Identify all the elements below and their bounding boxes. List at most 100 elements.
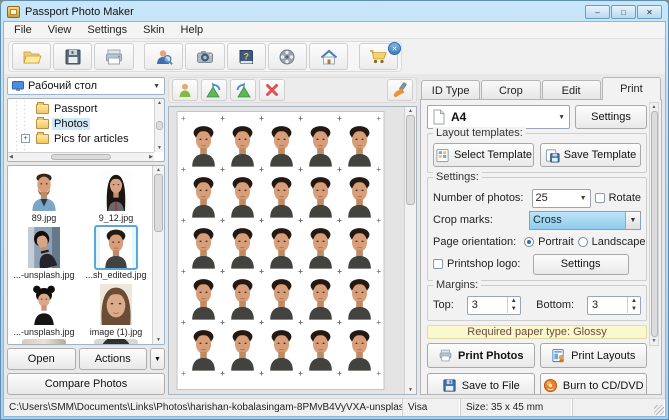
landscape-radio[interactable]: Landscape	[577, 236, 645, 248]
print-photo: + + + +	[298, 217, 342, 276]
open-file-button[interactable]	[12, 43, 52, 70]
scroll-up-icon[interactable]: ▲	[408, 108, 413, 114]
thumbnails-scrollbar[interactable]: ▲ ▼	[152, 166, 164, 344]
minimize-button[interactable]: –	[585, 5, 610, 19]
tab-id-type[interactable]: ID Type	[421, 80, 481, 100]
help-button[interactable]: ?	[226, 43, 266, 70]
number-of-photos-dropdown[interactable]: 25 ▼	[531, 188, 591, 208]
actions-button[interactable]: Actions	[78, 348, 147, 370]
rotate-checkbox[interactable]	[594, 193, 605, 203]
tab-edit[interactable]: Edit	[541, 80, 601, 100]
scroll-down-icon[interactable]: ▼	[408, 387, 413, 393]
margins-group: Margins: Top: 3 ▲ ▼ Bottom: 3 ▲ ▼	[427, 279, 647, 321]
scroll-down-icon[interactable]: ▼	[156, 337, 161, 343]
compare-photos-button[interactable]: Compare Photos	[7, 373, 165, 395]
portrait-radio[interactable]: Portrait	[524, 236, 574, 248]
print-photos-button[interactable]: Print Photos	[427, 343, 535, 368]
video-button[interactable]	[267, 43, 307, 70]
thumbnail-item-partial[interactable]	[13, 339, 75, 344]
crop-mark: +	[337, 369, 342, 378]
thumbnail-item[interactable]: ...sh_edited.jpg	[85, 225, 147, 282]
burn-cd-button[interactable]: Burn to CD/DVD	[539, 373, 647, 394]
scroll-up-icon[interactable]: ▲	[157, 100, 162, 106]
scroll-left-icon[interactable]: ◀	[9, 154, 13, 160]
actions-dropdown-button[interactable]: ▼	[150, 348, 165, 370]
scroll-right-icon[interactable]: ▶	[149, 154, 153, 160]
thumbnail-item[interactable]: ...-unsplash.jpg	[13, 282, 75, 339]
tab-crop[interactable]: Crop	[481, 80, 541, 100]
menu-view[interactable]: View	[40, 23, 80, 37]
menu-skin[interactable]: Skin	[135, 23, 172, 37]
person-search-icon	[156, 49, 173, 65]
thumbnail-image[interactable]	[94, 225, 138, 270]
close-button[interactable]: ✕	[637, 5, 662, 19]
thumbnail-item-partial[interactable]	[85, 339, 147, 344]
panel-scrollbar[interactable]: ▲ ▼	[649, 102, 659, 346]
menu-settings[interactable]: Settings	[79, 23, 135, 37]
tree-item-pics-for-articles[interactable]: + Pics for articles	[8, 131, 154, 146]
margin-top-label: Top:	[433, 299, 454, 311]
scroll-up-icon[interactable]: ▲	[652, 104, 657, 110]
passport-photo	[264, 224, 298, 270]
menu-bar: File View Settings Skin Help	[4, 22, 665, 39]
thumbnail-item[interactable]: 9_12.jpg	[85, 168, 147, 225]
thumbnail-image[interactable]	[22, 168, 66, 213]
open-button[interactable]: Open	[7, 348, 76, 370]
spin-down-icon[interactable]: ▼	[631, 305, 637, 313]
tree-item-passport[interactable]: Passport	[8, 101, 154, 116]
delete-photo-button[interactable]	[259, 79, 285, 101]
thumbnail-item[interactable]: image (1).jpg	[85, 282, 147, 339]
spin-up-icon[interactable]: ▲	[511, 297, 517, 305]
crop-mark: +	[181, 165, 186, 174]
tab-print[interactable]: Print	[601, 77, 661, 100]
folder-location-dropdown[interactable]: Рабочий стол ▼	[7, 77, 165, 95]
preview-scrollbar[interactable]: ▲ ▼	[404, 107, 416, 394]
resize-grip[interactable]	[654, 405, 664, 415]
id-photo-button[interactable]	[144, 43, 184, 70]
thumbnail-item[interactable]: ...-unsplash.jpg	[13, 225, 75, 282]
passport-photo	[303, 173, 337, 219]
passport-photo	[342, 173, 376, 219]
scroll-up-icon[interactable]: ▲	[156, 167, 161, 173]
printshop-settings-button[interactable]: Settings	[532, 253, 629, 275]
margin-top-input[interactable]: 3 ▲ ▼	[466, 295, 521, 315]
print-button[interactable]	[94, 43, 134, 70]
thumbnail-image[interactable]	[94, 168, 138, 213]
tree-vertical-scrollbar[interactable]: ▲ ▼	[154, 99, 164, 152]
passport-photo	[225, 173, 259, 219]
enhance-button[interactable]	[387, 79, 413, 101]
passport-photo	[225, 326, 259, 372]
thumbnail-item[interactable]: 89.jpg	[13, 168, 75, 225]
thumbnail-image[interactable]	[22, 282, 66, 327]
spin-down-icon[interactable]: ▼	[511, 305, 517, 313]
save-button[interactable]	[53, 43, 93, 70]
rotate-left-button[interactable]	[201, 79, 227, 101]
margin-bottom-input[interactable]: 3 ▲ ▼	[586, 295, 641, 315]
tree-horizontal-scrollbar[interactable]: ◀ ▶	[8, 152, 154, 161]
paper-size-dropdown[interactable]: A4 ▼	[427, 105, 570, 129]
tree-item-photos[interactable]: Photos	[8, 116, 154, 131]
add-person-button[interactable]	[172, 79, 198, 101]
thumbnail-image[interactable]	[22, 225, 66, 270]
expand-icon[interactable]: +	[21, 134, 30, 143]
thumbnail-image[interactable]	[94, 282, 138, 327]
tab-bar: ID Type Crop Edit Print	[420, 77, 662, 100]
toolbar-close-icon[interactable]: ✕	[388, 42, 401, 55]
maximize-button[interactable]: □	[611, 5, 636, 19]
scroll-down-icon[interactable]: ▼	[652, 338, 657, 344]
menu-help[interactable]: Help	[173, 23, 212, 37]
home-button[interactable]	[308, 43, 349, 70]
title-bar[interactable]: Passport Photo Maker – □ ✕	[3, 3, 666, 21]
print-layouts-button[interactable]: Print Layouts	[539, 343, 647, 368]
printshop-logo-checkbox[interactable]	[433, 259, 443, 269]
camera-button[interactable]	[185, 43, 225, 70]
save-to-file-button[interactable]: Save to File	[427, 373, 535, 394]
save-template-button[interactable]: Save Template	[540, 143, 641, 167]
select-template-button[interactable]: Select Template	[433, 143, 534, 167]
rotate-right-button[interactable]	[230, 79, 256, 101]
spin-up-icon[interactable]: ▲	[631, 297, 637, 305]
menu-file[interactable]: File	[6, 23, 40, 37]
paper-settings-button[interactable]: Settings	[575, 105, 647, 129]
scroll-down-icon[interactable]: ▼	[157, 145, 162, 151]
crop-marks-dropdown[interactable]: Cross ▼	[529, 210, 641, 230]
